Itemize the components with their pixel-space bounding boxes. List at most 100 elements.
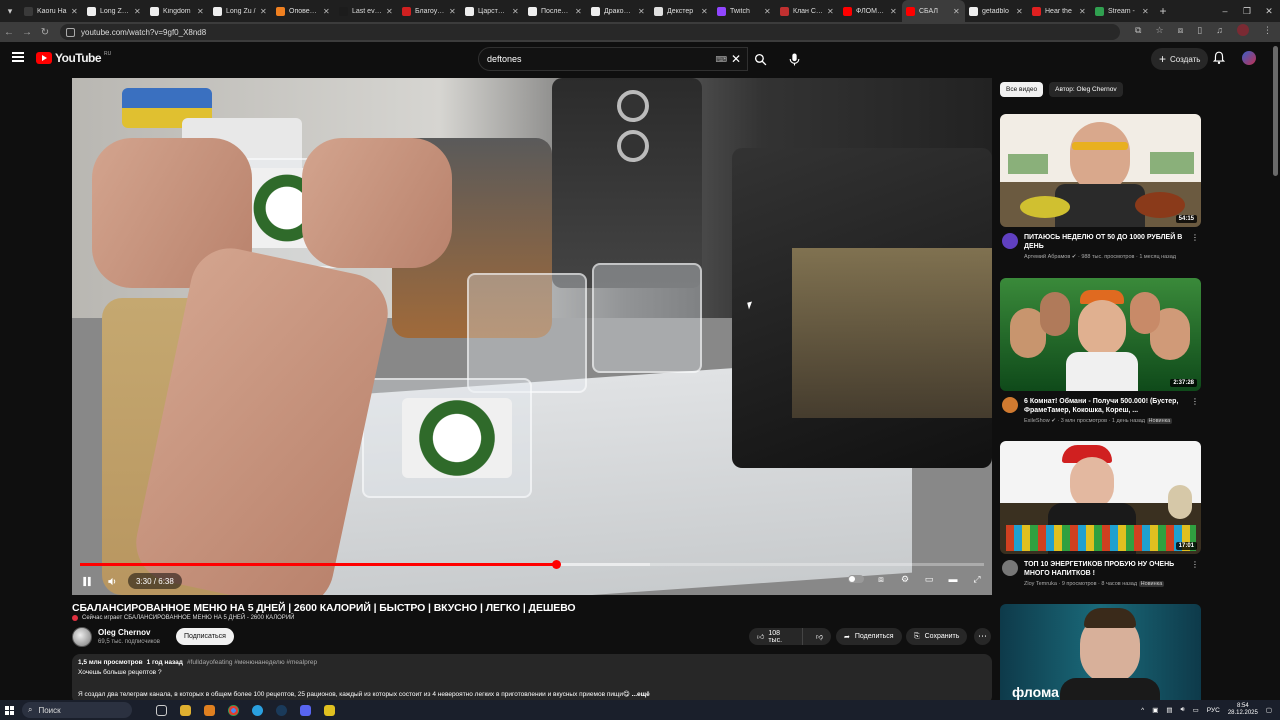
tab-close-icon[interactable]: ✕ <box>1016 7 1024 16</box>
browser-menu-icon[interactable]: ⋮ <box>1263 25 1272 36</box>
start-button[interactable] <box>0 700 18 720</box>
reload-icon[interactable]: ↻ <box>36 27 54 38</box>
browser-tab[interactable]: Stream - ✕ <box>1091 0 1154 22</box>
channel-avatar[interactable] <box>1002 560 1018 576</box>
like-button[interactable]: 👍︎ 108 тыс. <box>749 628 803 645</box>
youtube-logo[interactable]: YouTube RU <box>36 51 111 65</box>
description-box[interactable]: 1,5 млн просмотров 1 год назад #fulldayo… <box>72 654 992 704</box>
more-actions-button[interactable]: ⋯ <box>974 628 991 645</box>
clear-search-icon[interactable]: ✕ <box>731 52 741 66</box>
channel-avatar[interactable] <box>72 627 92 647</box>
steam-icon[interactable] <box>272 702 290 718</box>
recommendation-title[interactable]: 6 Комнат! Обмани - Получи 500.000! (Буст… <box>1024 397 1189 415</box>
maximize-icon[interactable]: ❐ <box>1236 6 1258 17</box>
profile-avatar[interactable] <box>1237 24 1249 36</box>
browser-tab[interactable]: Царство с ✕ <box>461 0 524 22</box>
search-button[interactable] <box>748 47 772 71</box>
media-control-icon[interactable]: ♫ <box>1216 25 1223 35</box>
share-button[interactable]: ➦ Поделиться <box>836 628 902 645</box>
browser-tab[interactable]: Дракон Р ✕ <box>587 0 650 22</box>
rec-channel[interactable]: ExileShow <box>1024 418 1050 424</box>
tab-close-icon[interactable]: ✕ <box>953 7 961 16</box>
subtitles-icon[interactable]: ⧈ <box>874 572 888 586</box>
recommendation-item[interactable]: 17:01 ТОП 10 ЭНЕРГЕТИКОВ ПРОБУЮ НУ ОЧЕНЬ… <box>1000 441 1201 596</box>
browser-tab[interactable]: Twitch ✕ <box>713 0 776 22</box>
tab-close-icon[interactable]: ✕ <box>827 7 835 16</box>
tab-close-icon[interactable]: ✕ <box>701 7 709 16</box>
page-scrollbar[interactable] <box>1273 46 1278 176</box>
recommendation-title[interactable]: ТОП 10 ЭНЕРГЕТИКОВ ПРОБУЮ НУ ОЧЕНЬ МНОГО… <box>1024 560 1189 578</box>
recommendation-item[interactable]: 2:37:28 6 Комнат! Обмани - Получи 500.00… <box>1000 278 1201 433</box>
browser-tab[interactable]: Благоухан ✕ <box>398 0 461 22</box>
miniplayer-icon[interactable]: ▭ <box>922 572 936 586</box>
browser-tab[interactable]: Last even ✕ <box>335 0 398 22</box>
account-avatar[interactable] <box>1242 51 1256 65</box>
channel-avatar[interactable] <box>1002 397 1018 413</box>
browser-tab[interactable]: Kingdom ✕ <box>146 0 209 22</box>
rec-channel[interactable]: Артемий Абрамов <box>1024 254 1070 260</box>
voice-search-button[interactable] <box>782 47 806 71</box>
autoplay-toggle[interactable] <box>848 575 864 583</box>
tab-close-icon[interactable]: ✕ <box>197 7 205 16</box>
bookmark-star-icon[interactable]: ☆ <box>1155 25 1163 36</box>
tab-close-icon[interactable]: ✕ <box>449 7 457 16</box>
tab-close-icon[interactable]: ✕ <box>71 7 79 16</box>
video-thumbnail[interactable]: 2:37:28 <box>1000 278 1201 391</box>
site-info-icon[interactable] <box>66 27 75 37</box>
app-yellow-icon[interactable] <box>320 702 338 718</box>
tab-close-icon[interactable]: ✕ <box>134 7 142 16</box>
tab-close-icon[interactable]: ✕ <box>890 7 898 16</box>
browser-tab[interactable]: Последни ✕ <box>524 0 587 22</box>
tab-close-icon[interactable]: ✕ <box>638 7 646 16</box>
telegram-icon[interactable] <box>248 702 266 718</box>
rec-channel[interactable]: Zloy Temruka <box>1024 581 1057 587</box>
keyboard-icon[interactable]: ⌨ <box>715 55 727 64</box>
browser-tab[interactable]: ФЛОМАС ✕ <box>839 0 902 22</box>
recommendation-title[interactable]: ПИТАЮСЬ НЕДЕЛЮ ОТ 50 ДО 1000 РУБЛЕЙ В ДЕ… <box>1024 233 1189 251</box>
progress-bar[interactable] <box>80 560 984 569</box>
browser-tab[interactable]: Long Zu II ✕ <box>83 0 146 22</box>
battery-icon[interactable]: ▭ <box>1193 706 1199 714</box>
now-playing-text[interactable]: Сейчас играет СБАЛАНСИРОВАННОЕ МЕНЮ НА 5… <box>82 615 294 621</box>
save-button[interactable]: ⎘ Сохранить <box>906 628 968 645</box>
discord-icon[interactable] <box>296 702 314 718</box>
tray-app-icon[interactable]: ▣ <box>1152 706 1158 714</box>
chip-author[interactable]: Автор: Oleg Chernov <box>1049 82 1123 97</box>
new-tab-icon[interactable]: + <box>1154 4 1172 18</box>
browser-tab[interactable]: Long Zu / ✕ <box>209 0 272 22</box>
channel-name[interactable]: Oleg Chernov <box>98 628 150 637</box>
settings-gear-icon[interactable]: ⚙ <box>898 572 912 586</box>
tab-close-icon[interactable]: ✕ <box>575 7 583 16</box>
chrome-icon[interactable] <box>224 702 242 718</box>
browser-tab[interactable]: getadblo ✕ <box>965 0 1028 22</box>
search-input[interactable] <box>487 54 707 64</box>
menu-icon[interactable] <box>12 52 24 62</box>
taskbar-search[interactable]: ⌕ Поиск <box>22 702 132 718</box>
fullscreen-icon[interactable]: ⤢ <box>970 572 984 586</box>
network-icon[interactable]: ▤ <box>1166 706 1172 714</box>
browser-tab[interactable]: СБАЛ ✕ <box>902 0 965 22</box>
browser-tab[interactable]: Декстер ✕ <box>650 0 713 22</box>
browser-tab[interactable]: Клан Сопр ✕ <box>776 0 839 22</box>
language-indicator[interactable]: РУС <box>1207 707 1220 714</box>
video-thumbnail[interactable]: флома <box>1000 604 1201 700</box>
tab-close-icon[interactable]: ✕ <box>512 7 520 16</box>
create-button[interactable]: + Создать <box>1151 48 1209 70</box>
dislike-button[interactable]: 👎︎ <box>808 628 831 645</box>
sidebar-icon[interactable]: ▯ <box>1197 25 1202 36</box>
theater-mode-icon[interactable]: ▬ <box>946 572 960 586</box>
tab-close-icon[interactable]: ✕ <box>764 7 772 16</box>
kebab-menu-icon[interactable]: ⋮ <box>1191 233 1199 242</box>
tab-close-icon[interactable]: ✕ <box>1142 7 1150 16</box>
url-field[interactable]: youtube.com/watch?v=9gf0_X8nd8 <box>60 24 1120 40</box>
browser-tab[interactable]: Kaoru Ha ✕ <box>20 0 83 22</box>
hashtags[interactable]: #fulldayofeating #менюнанеделю #mealprep <box>187 659 317 666</box>
browser-tab[interactable]: Оповещен ✕ <box>272 0 335 22</box>
channel-avatar[interactable] <box>1002 233 1018 249</box>
back-icon[interactable]: ← <box>0 27 18 38</box>
forward-icon[interactable]: → <box>18 27 36 38</box>
clock[interactable]: 8:54 28.12.2025 <box>1228 703 1258 717</box>
notifications-button[interactable] <box>1212 51 1226 67</box>
recommendation-item[interactable]: флома <box>1000 604 1201 700</box>
browser-tab[interactable]: Hear the ✕ <box>1028 0 1091 22</box>
